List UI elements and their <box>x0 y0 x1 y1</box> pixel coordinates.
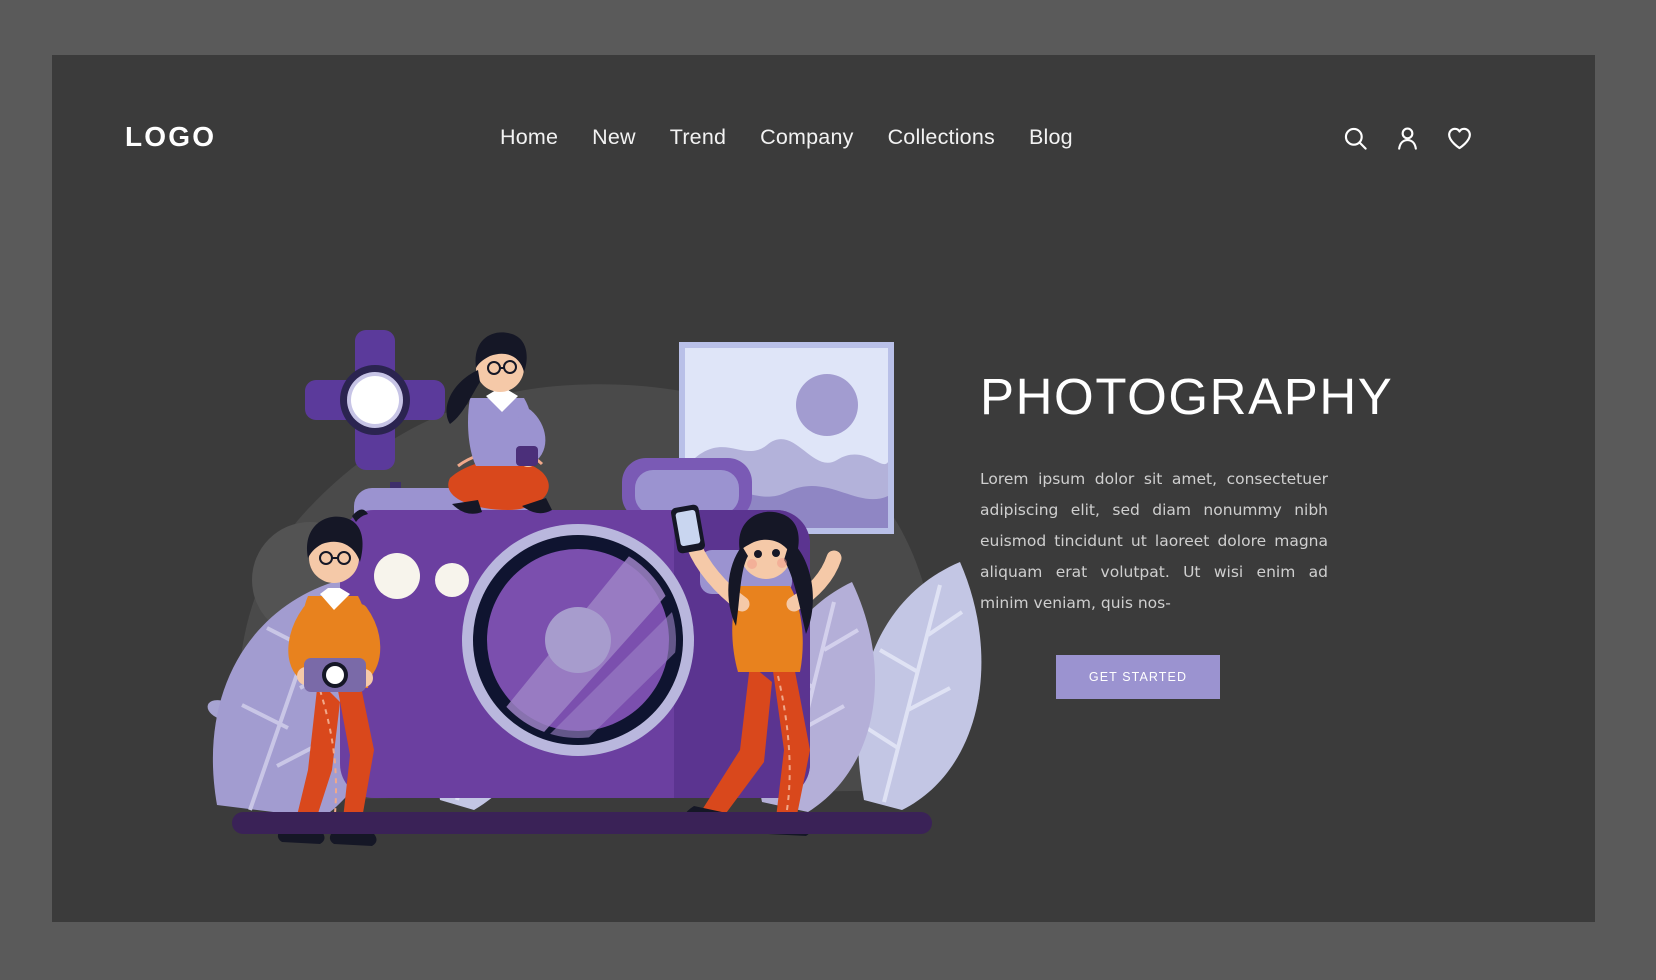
nav-icons <box>1342 125 1473 152</box>
nav-link-company[interactable]: Company <box>760 125 853 150</box>
nav-link-blog[interactable]: Blog <box>1029 125 1073 150</box>
hero-panel: LOGO Home New Trend Company Collections … <box>52 55 1595 922</box>
top-navigation: LOGO Home New Trend Company Collections … <box>52 55 1595 195</box>
nav-links: Home New Trend Company Collections Blog <box>500 125 1073 150</box>
nav-link-collections[interactable]: Collections <box>888 125 995 150</box>
heart-icon[interactable] <box>1446 125 1473 152</box>
user-icon[interactable] <box>1394 125 1421 152</box>
hero-paragraph: Lorem ipsum dolor sit amet, consectetuer… <box>980 469 1328 612</box>
ground-bar <box>232 812 932 834</box>
search-icon[interactable] <box>1342 125 1369 152</box>
nav-link-home[interactable]: Home <box>500 125 558 150</box>
logo[interactable]: LOGO <box>125 123 216 151</box>
nav-link-trend[interactable]: Trend <box>670 125 726 150</box>
hero-copy: PHOTOGRAPHY Lorem ipsum dolor sit amet, … <box>980 368 1394 699</box>
get-started-button[interactable]: GET STARTED <box>1056 654 1220 699</box>
nav-link-new[interactable]: New <box>592 125 636 150</box>
page-background: LOGO Home New Trend Company Collections … <box>0 0 1656 980</box>
photography-illustration <box>122 210 1002 860</box>
page-title: PHOTOGRAPHY <box>980 368 1394 425</box>
